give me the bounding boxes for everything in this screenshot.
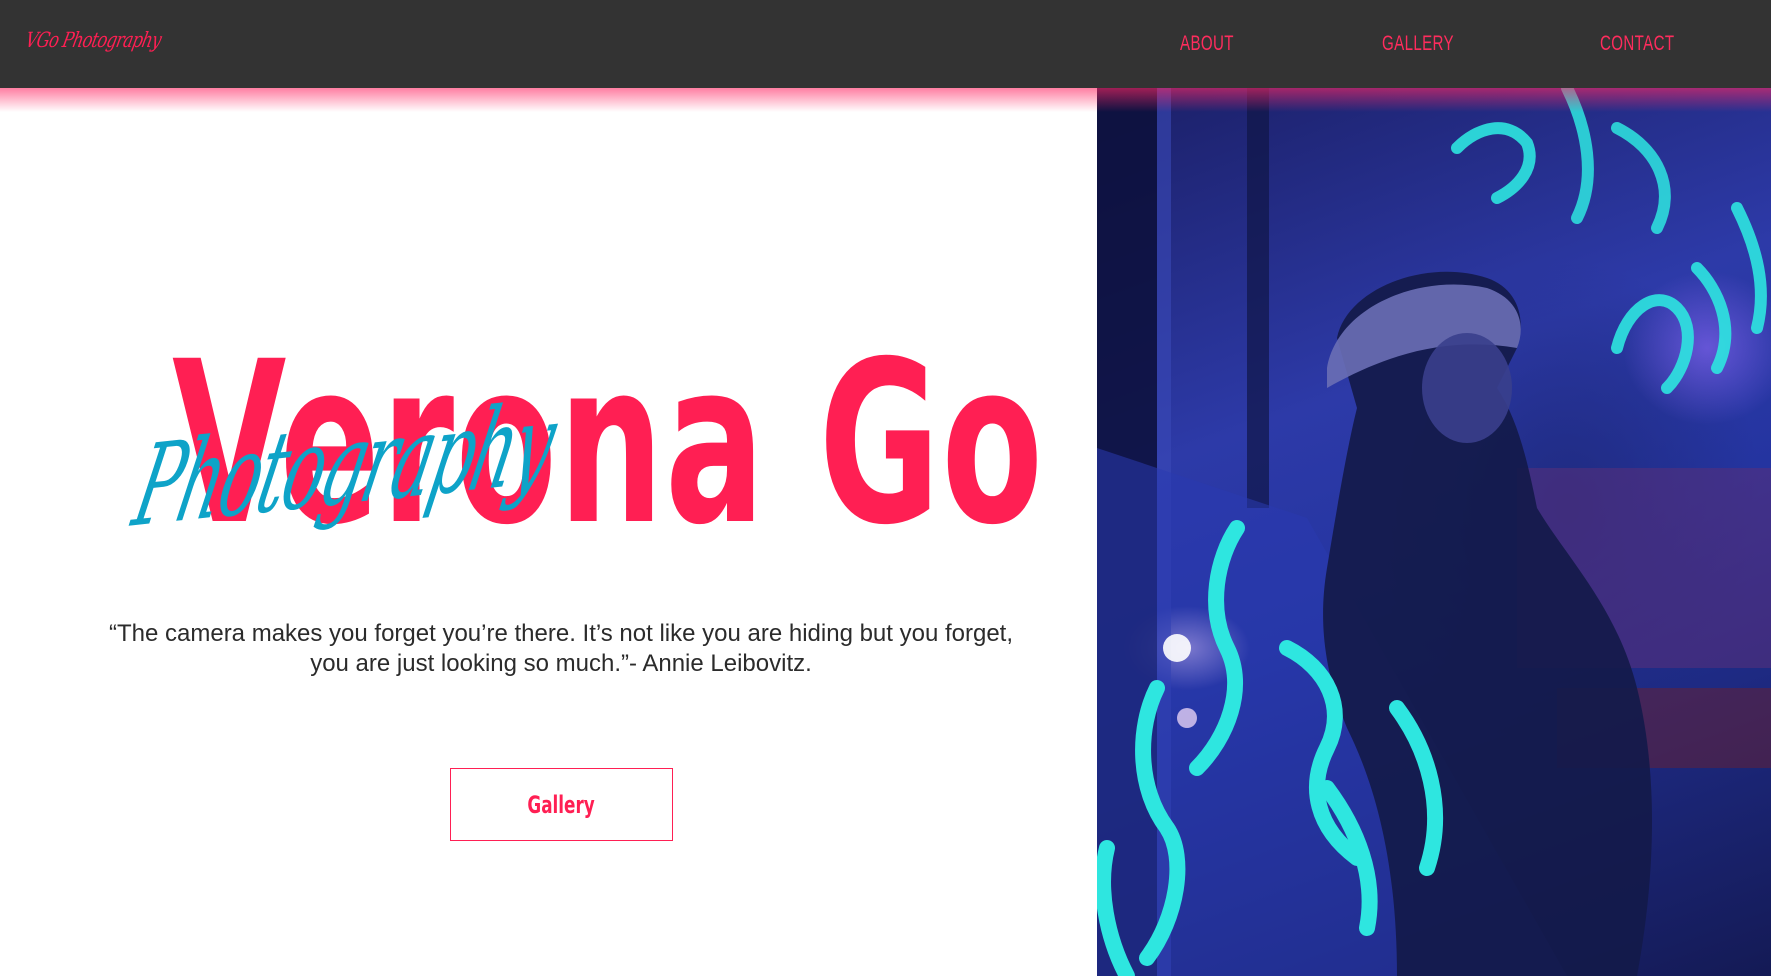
nav-link-gallery[interactable]: GALLERY bbox=[1382, 32, 1454, 56]
top-navbar: VGo Photography ABOUT GALLERY CONTACT bbox=[0, 0, 1771, 88]
neon-stroke-top-3 bbox=[1611, 122, 1671, 234]
light-flare-2 bbox=[1177, 708, 1197, 728]
neon-stroke-top-1 bbox=[1451, 122, 1536, 204]
hero-quote: “The camera makes you forget you’re ther… bbox=[108, 620, 1014, 677]
gallery-button[interactable]: Gallery bbox=[450, 768, 673, 841]
neon-stroke-right bbox=[1611, 202, 1767, 394]
face-shape bbox=[1422, 333, 1512, 443]
window-frame-mid bbox=[1247, 88, 1269, 508]
site-logo[interactable]: VGo Photography bbox=[23, 28, 163, 52]
hero-photo bbox=[1097, 88, 1771, 976]
gallery-button-label: Gallery bbox=[527, 790, 596, 819]
neon-portrait-illustration bbox=[1097, 88, 1771, 976]
neon-stroke-top-2 bbox=[1561, 88, 1594, 224]
light-flare bbox=[1163, 634, 1191, 662]
nav-link-about[interactable]: ABOUT bbox=[1180, 32, 1234, 56]
nav-link-contact[interactable]: CONTACT bbox=[1600, 32, 1674, 56]
